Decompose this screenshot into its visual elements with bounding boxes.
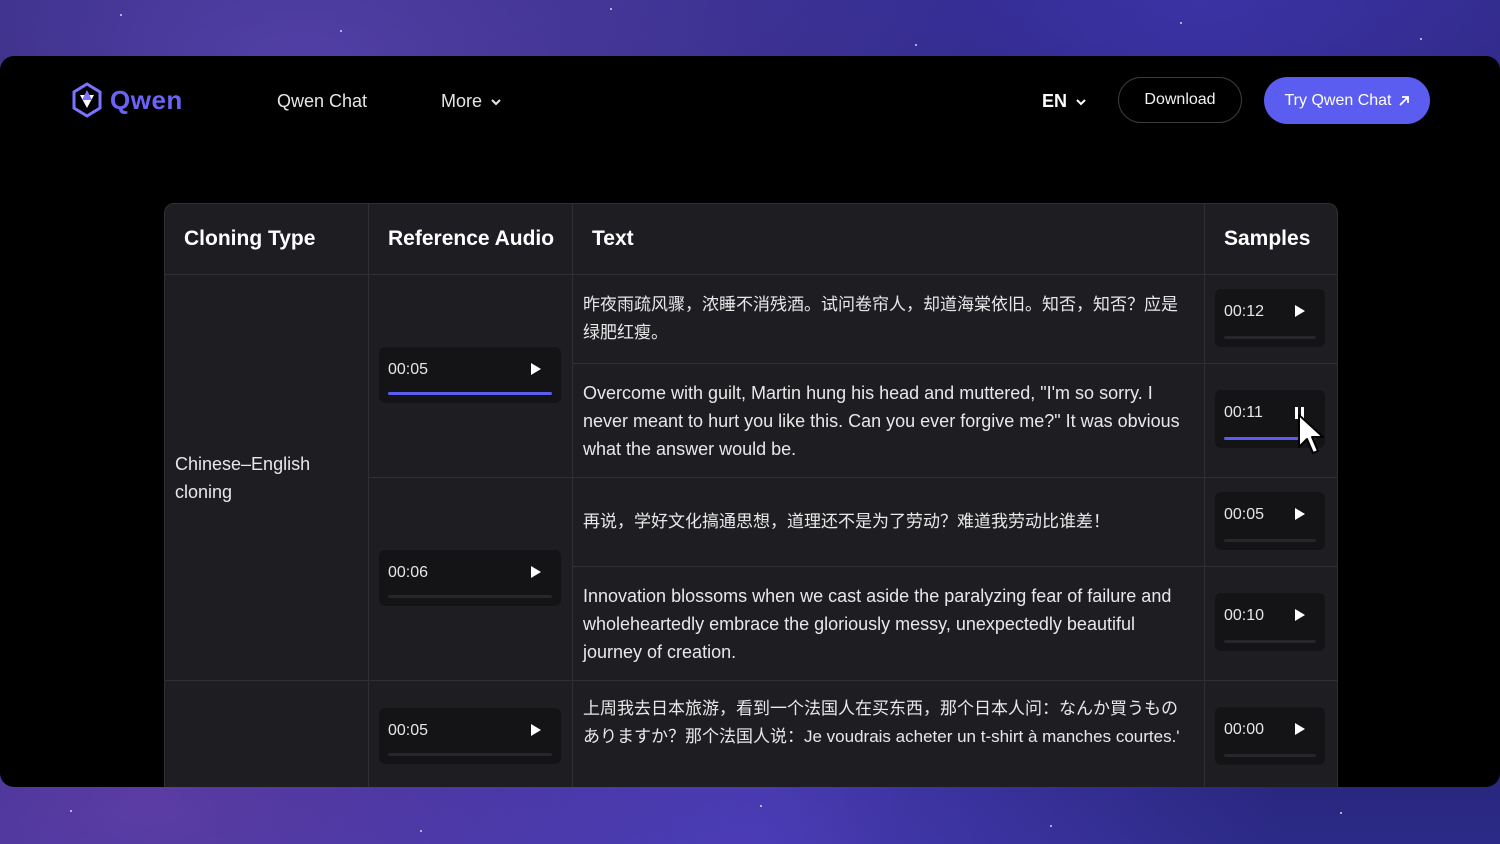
- column-divider: [1204, 204, 1205, 787]
- audio-progress-track[interactable]: [1224, 640, 1316, 643]
- header-samples: Samples: [1224, 227, 1311, 250]
- reference-audio-player[interactable]: 00:05: [379, 708, 561, 764]
- nav-more-label: More: [441, 91, 483, 111]
- external-arrow-icon: [1398, 95, 1409, 106]
- top-navigation: Qwen Qwen Chat More EN Download Try Qwen…: [0, 56, 1500, 146]
- audio-time: 00:05: [1224, 506, 1265, 523]
- header-text: Text: [592, 227, 634, 250]
- nav-qwen-chat[interactable]: Qwen Chat: [277, 91, 367, 112]
- audio-time: 00:05: [388, 722, 429, 739]
- play-icon[interactable]: [531, 724, 541, 736]
- audio-progress-fill: [388, 392, 552, 395]
- sample-text: 再说，学好文化搞通思想，道理还不是为了劳动？难道我劳动比谁差！: [583, 512, 1110, 531]
- chevron-down-icon: [491, 98, 501, 105]
- play-icon[interactable]: [1295, 305, 1305, 317]
- play-icon[interactable]: [531, 363, 541, 375]
- play-icon[interactable]: [1295, 508, 1305, 520]
- play-icon[interactable]: [531, 566, 541, 578]
- column-divider: [368, 204, 369, 787]
- audio-progress-fill: [1224, 437, 1303, 440]
- row-divider: [573, 566, 1337, 567]
- cloning-type-label: Chinese–English cloning: [175, 454, 311, 502]
- sample-audio-player[interactable]: 00:10: [1215, 593, 1325, 651]
- row-divider: [165, 274, 1337, 275]
- column-divider: [572, 204, 573, 787]
- audio-progress-track[interactable]: [388, 753, 552, 756]
- row-divider: [573, 363, 1337, 364]
- language-selector[interactable]: EN: [1042, 91, 1087, 112]
- sample-text: 上周我去日本旅游，看到一个法国人在买东西，那个日本人问：なんか買うものありますか…: [583, 699, 1180, 746]
- audio-time: 00:05: [388, 361, 429, 378]
- audio-time: 00:00: [1224, 721, 1265, 738]
- header-cloning-type: Cloning Type: [184, 227, 316, 250]
- audio-progress-track[interactable]: [388, 595, 552, 598]
- sample-audio-player[interactable]: 00:05: [1215, 492, 1325, 550]
- voice-cloning-table: Cloning Type Reference Audio Text Sample…: [164, 203, 1338, 787]
- try-qwen-chat-label: Try Qwen Chat: [1284, 91, 1392, 109]
- audio-progress-track[interactable]: [1224, 336, 1316, 339]
- language-label: EN: [1042, 91, 1068, 111]
- sample-audio-player[interactable]: 00:12: [1215, 289, 1325, 347]
- reference-audio-player[interactable]: 00:05: [379, 347, 561, 403]
- mouse-cursor-icon: [1298, 414, 1324, 454]
- browser-window: Qwen Qwen Chat More EN Download Try Qwen…: [0, 56, 1500, 787]
- reference-audio-player[interactable]: 00:06: [379, 550, 561, 606]
- audio-time: 00:12: [1224, 303, 1265, 320]
- qwen-logo[interactable]: Qwen: [70, 82, 183, 118]
- row-divider: [165, 680, 1337, 681]
- nav-more-menu[interactable]: More: [441, 91, 502, 112]
- try-qwen-chat-button[interactable]: Try Qwen Chat: [1264, 77, 1430, 124]
- audio-time: 00:06: [388, 564, 429, 581]
- play-icon[interactable]: [1295, 723, 1305, 735]
- download-button[interactable]: Download: [1118, 77, 1242, 123]
- audio-progress-track[interactable]: [388, 392, 552, 395]
- play-icon[interactable]: [1295, 609, 1305, 621]
- sample-audio-player[interactable]: 00:00: [1215, 707, 1325, 765]
- audio-progress-track[interactable]: [1224, 539, 1316, 542]
- audio-time: 00:10: [1224, 607, 1265, 624]
- sample-text: Overcome with guilt, Martin hung his hea…: [583, 383, 1180, 459]
- logo-text: Qwen: [110, 84, 183, 115]
- sample-text: 昨夜雨疏风骤，浓睡不消残酒。试问卷帘人，却道海棠依旧。知否，知否？应是绿肥红瘦。: [583, 295, 1178, 342]
- audio-progress-track[interactable]: [1224, 754, 1316, 757]
- audio-time: 00:11: [1224, 404, 1263, 421]
- header-reference-audio: Reference Audio: [388, 227, 555, 250]
- sample-text: Innovation blossoms when we cast aside t…: [583, 586, 1172, 662]
- row-divider: [369, 477, 1337, 478]
- qwen-logo-icon: [72, 82, 102, 118]
- chevron-down-icon: [1076, 98, 1086, 105]
